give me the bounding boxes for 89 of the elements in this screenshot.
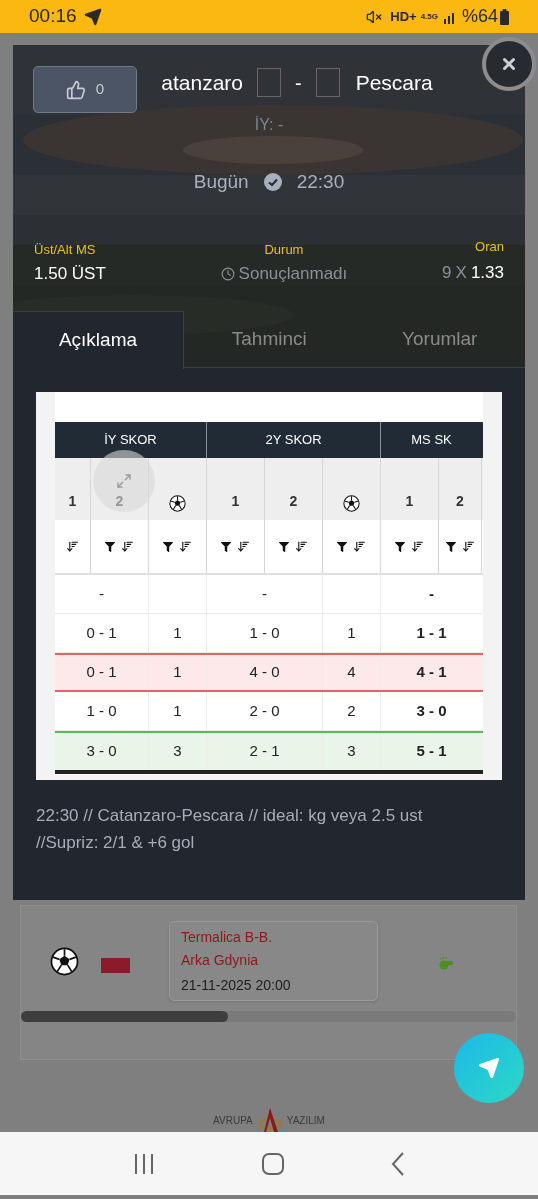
match-time: 22:30 — [296, 170, 345, 194]
soccer-ball-icon — [169, 495, 186, 512]
tab[interactable]: Yorumlar — [354, 311, 525, 368]
filter-icon[interactable] — [395, 541, 405, 552]
table-cell-text: 5 - 1 — [416, 741, 447, 762]
table-cell-text: - — [99, 583, 104, 604]
sort-icon[interactable] — [411, 540, 424, 553]
match-datetime: 21-11-2025 20:00 — [181, 975, 292, 995]
match-day: Bugün — [193, 168, 249, 197]
filter-icon[interactable] — [337, 541, 347, 552]
home-icon[interactable] — [262, 1152, 284, 1175]
whistle-icon — [438, 956, 454, 970]
check-circle-icon — [263, 173, 282, 192]
sort-icon[interactable] — [295, 540, 308, 553]
recent-apps-icon[interactable] — [133, 1152, 156, 1175]
table-group-header: MS SK — [410, 431, 453, 450]
filter-icon[interactable] — [279, 541, 289, 552]
footer-brand-left: AVRUPA — [213, 1113, 253, 1128]
status-value: Sonuçlanmadı — [238, 263, 348, 285]
tab[interactable]: Açıklama — [13, 311, 184, 369]
sort-icon[interactable] — [461, 540, 475, 553]
score-separator: - — [295, 70, 302, 96]
table-cell-text: 3 — [173, 741, 182, 762]
table-cell-text: 1 - 1 — [416, 622, 447, 643]
table-cell-text: 2 — [347, 700, 356, 721]
table-cell-text: 1 — [173, 662, 182, 683]
half-time-score: İY: - — [254, 115, 284, 135]
sort-icon[interactable] — [353, 540, 366, 553]
network-type: 4.5G — [420, 12, 438, 21]
table-cell-text: - — [429, 583, 434, 604]
like-button[interactable]: 0 — [33, 66, 137, 113]
clock-time: 00:16 — [29, 4, 77, 29]
table-cell-text: 1 - 0 — [86, 700, 117, 721]
away-team-name: Arka Gdynia — [181, 950, 260, 970]
battery-percent: %64 — [461, 5, 498, 28]
close-button[interactable] — [482, 37, 536, 91]
filter-icon[interactable] — [221, 541, 231, 552]
odds-count: 9 — [442, 262, 452, 284]
sort-icon[interactable] — [237, 540, 250, 553]
status-label: Durum — [264, 240, 304, 259]
battery-icon — [500, 8, 509, 25]
sort-icon[interactable] — [121, 540, 134, 553]
table-cell-text: 3 - 0 — [86, 741, 117, 762]
tab[interactable]: Tahminci — [184, 311, 355, 368]
table-cell-text: 1 - 0 — [249, 622, 280, 643]
table-cell-text: 0 - 1 — [86, 662, 117, 683]
home-team: atanzaro — [161, 69, 243, 96]
odds-separator: X — [455, 262, 467, 284]
table-cell-text: - — [262, 583, 267, 604]
away-team: Pescara — [355, 69, 433, 96]
market-value: 1.50 ÜST — [34, 263, 106, 285]
market-label: Üst/Alt MS — [34, 240, 97, 259]
table-cell-text: 1 — [347, 622, 356, 643]
table-cell-text: 4 - 0 — [249, 662, 280, 683]
table-cell-text: 0 - 1 — [86, 622, 117, 643]
close-icon — [500, 55, 518, 73]
table-cell-text: 2 - 1 — [249, 741, 280, 762]
thumbs-up-icon — [65, 79, 86, 100]
filter-icon[interactable] — [163, 541, 173, 552]
score-box — [257, 68, 281, 97]
table-cell-text: 4 - 1 — [416, 662, 447, 683]
table-cell-text: 2 - 0 — [249, 700, 280, 721]
mute-icon — [366, 8, 383, 25]
table-cell-text: 1 — [173, 622, 182, 643]
footer-brand-right: YAZILIM — [286, 1113, 325, 1128]
table-cell-text: 3 - 0 — [416, 700, 447, 721]
filter-icon[interactable] — [445, 541, 456, 552]
home-team-name: Termalica B-B. — [181, 927, 274, 947]
table-cell-text: 4 — [347, 662, 356, 683]
table-cell-text: 1 — [173, 700, 182, 721]
score-box — [315, 68, 340, 97]
table-cell-text: 3 — [347, 741, 356, 762]
flag-icon — [101, 957, 130, 973]
odds-value: 1.33 — [470, 262, 504, 284]
network-label: HD+ — [390, 7, 417, 26]
sort-icon[interactable] — [66, 540, 79, 553]
soccer-ball-icon — [50, 946, 79, 976]
soccer-ball-icon — [343, 495, 360, 512]
sort-icon[interactable] — [179, 540, 192, 553]
logo-icon — [258, 1108, 281, 1132]
send-icon — [478, 1057, 500, 1079]
scrollbar-thumb[interactable] — [21, 1011, 228, 1022]
send-icon — [83, 7, 102, 26]
clock-icon — [220, 266, 235, 281]
odds-label: Oran — [475, 237, 504, 256]
filter-icon[interactable] — [105, 541, 115, 552]
prediction-description: 22:30 // Catanzaro-Pescara // ideal: kg veya 2.5 ust //Supriz: 2/1 & +6 gol — [35, 805, 424, 854]
back-icon[interactable] — [390, 1151, 405, 1176]
expand-icon — [116, 473, 132, 489]
